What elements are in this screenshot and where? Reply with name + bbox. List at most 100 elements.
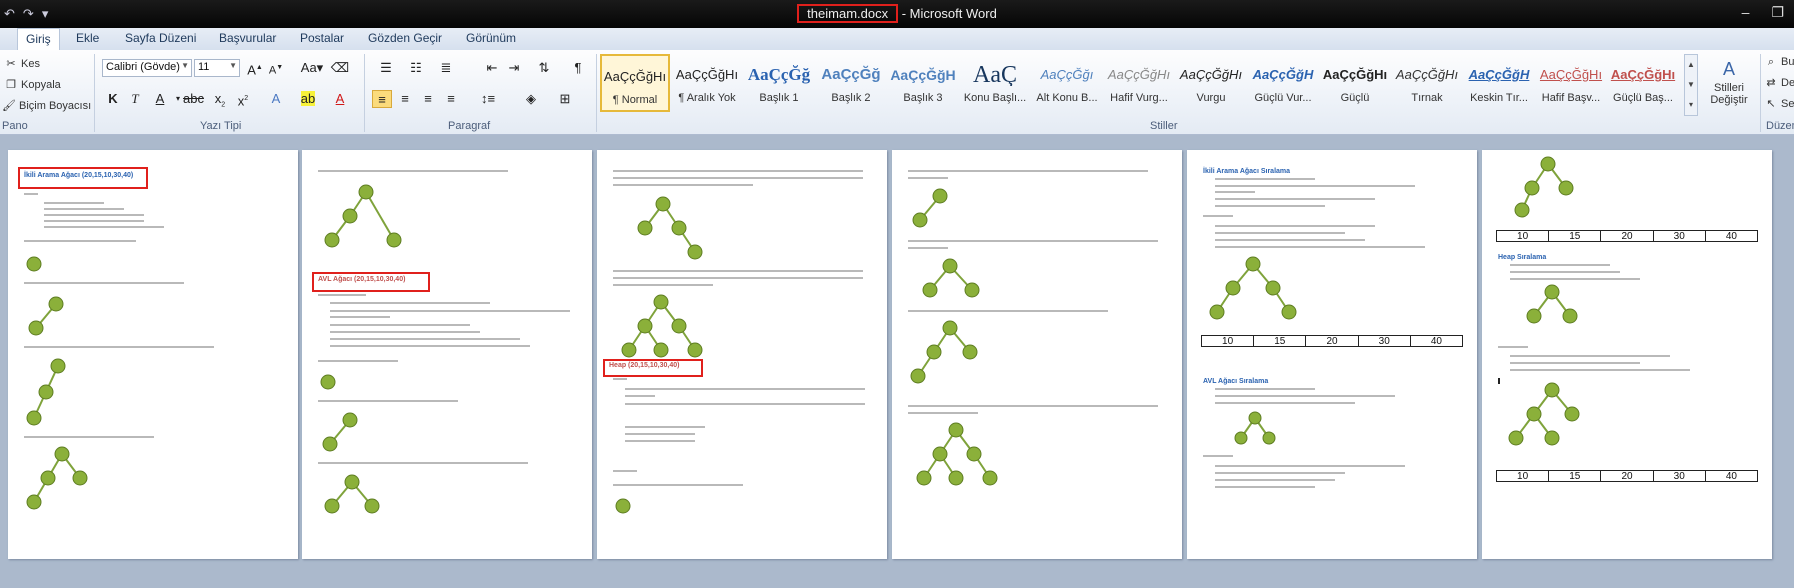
style-normal[interactable]: AaÇçĞğHı ¶ Normal bbox=[600, 54, 670, 112]
tree-diagram bbox=[615, 498, 631, 514]
subscript-button[interactable]: x2 bbox=[210, 90, 230, 109]
show-marks-icon[interactable]: ¶ bbox=[568, 59, 588, 77]
ribbon-tabs: Giriş Ekle Sayfa Düzeni Başvurular Posta… bbox=[0, 28, 1794, 51]
sort-icon[interactable]: ⇅ bbox=[534, 59, 554, 77]
array-cell: 15 bbox=[1254, 336, 1307, 347]
justify-button[interactable]: ≡ bbox=[441, 90, 461, 108]
style-heading-1[interactable]: AaÇçĞğ Başlık 1 bbox=[744, 54, 814, 112]
style-heading-2[interactable]: AaÇçĞğ Başlık 2 bbox=[816, 54, 886, 112]
array-cell: 10 bbox=[1497, 471, 1550, 482]
page-3[interactable]: Heap (20,15,10,30,40) bbox=[597, 150, 887, 559]
page-6[interactable]: 10 15 20 30 40 Heap Sıralama 10 15 20 30… bbox=[1482, 150, 1772, 559]
style-intense-reference[interactable]: AaÇçĞğHı Güçlü Baş... bbox=[1608, 54, 1678, 112]
italic-button[interactable]: T bbox=[125, 90, 145, 108]
format-painter-button[interactable]: 🖌 Biçim Boyacısı bbox=[2, 100, 91, 112]
font-size-select[interactable]: 11 ▼ bbox=[194, 59, 240, 77]
increase-indent-icon[interactable]: ⇥ bbox=[504, 59, 524, 77]
chevron-down-icon[interactable]: ▼ bbox=[1685, 75, 1697, 95]
style-heading-3[interactable]: AaÇçĞğH Başlık 3 bbox=[888, 54, 958, 112]
page-1[interactable]: İkili Arama Ağacı (20,15,10,30,40) bbox=[8, 150, 298, 559]
app-name: - Microsoft Word bbox=[898, 6, 997, 21]
separator bbox=[596, 54, 597, 132]
tab-ekle[interactable]: Ekle bbox=[76, 31, 99, 45]
bullets-icon[interactable]: ☰ bbox=[374, 59, 398, 77]
tab-postalar[interactable]: Postalar bbox=[300, 31, 344, 45]
page-2[interactable]: AVL Ağacı (20,15,10,30,40) bbox=[302, 150, 592, 559]
tree-diagram bbox=[320, 374, 336, 390]
superscript-button[interactable]: x2 bbox=[233, 90, 253, 108]
select-button[interactable]: ↖ Se bbox=[1764, 98, 1794, 110]
restore-icon[interactable]: ❐ bbox=[1771, 4, 1784, 21]
font-color-button[interactable]: A bbox=[330, 90, 350, 108]
style-subtle-reference[interactable]: AaÇçĞğHı Hafif Başv... bbox=[1536, 54, 1606, 112]
tree-diagram bbox=[324, 184, 402, 248]
font-group-label: Yazı Tipi bbox=[200, 120, 242, 132]
array-cell: 15 bbox=[1549, 471, 1602, 482]
page-5[interactable]: İkili Arama Ağacı Sıralama 10 15 20 30 4… bbox=[1187, 150, 1477, 559]
cut-button[interactable]: ✂ Kes bbox=[4, 58, 40, 70]
tree-diagram bbox=[324, 474, 380, 514]
tree-diagram bbox=[1209, 256, 1297, 320]
borders-icon[interactable]: ⊞ bbox=[552, 90, 578, 108]
style-strong[interactable]: AaÇçĞğHı Güçlü bbox=[1320, 54, 1390, 112]
bold-button[interactable]: K bbox=[103, 90, 123, 108]
array-cell: 10 bbox=[1202, 336, 1255, 347]
shading-icon[interactable]: ◈ bbox=[518, 90, 544, 108]
clear-format-icon[interactable]: ⌫ bbox=[330, 59, 350, 77]
tab-gozden-gecir[interactable]: Gözden Geçir bbox=[368, 31, 442, 45]
brush-icon: 🖌 bbox=[2, 100, 16, 112]
tree-diagram bbox=[916, 422, 998, 486]
copy-button[interactable]: ❐ Kopyala bbox=[4, 79, 61, 91]
tab-gorunum[interactable]: Görünüm bbox=[466, 31, 516, 45]
separator bbox=[364, 54, 365, 132]
text-effects-button[interactable]: A bbox=[266, 90, 286, 108]
change-case-button[interactable]: Aa▾ bbox=[298, 59, 326, 77]
shrink-font-button[interactable]: A▼ bbox=[266, 59, 286, 77]
highlight-button[interactable]: ab bbox=[295, 90, 321, 108]
array-cell: 15 bbox=[1549, 231, 1602, 242]
tab-basvurular[interactable]: Başvurular bbox=[219, 31, 276, 45]
array-cell: 40 bbox=[1430, 336, 1442, 347]
decrease-indent-icon[interactable]: ⇤ bbox=[482, 59, 502, 77]
page-heading: İkili Arama Ağacı (20,15,10,30,40) bbox=[24, 172, 134, 179]
style-subtle-emphasis[interactable]: AaÇçĞğHı Hafif Vurg... bbox=[1104, 54, 1174, 112]
style-intense-emphasis[interactable]: AaÇçĞğH Güçlü Vur... bbox=[1248, 54, 1318, 112]
style-no-spacing[interactable]: AaÇçĞğHı ¶ Aralık Yok bbox=[672, 54, 742, 112]
grow-font-button[interactable]: A▲ bbox=[245, 59, 265, 77]
chevron-down-icon: ▼ bbox=[181, 61, 189, 70]
minimize-icon[interactable]: – bbox=[1742, 4, 1750, 21]
change-styles-button[interactable]: A Stilleri Değiştir bbox=[1700, 58, 1758, 106]
font-family-select[interactable]: Calibri (Gövde) ▼ bbox=[102, 59, 192, 77]
underline-button[interactable]: A bbox=[150, 90, 170, 108]
tree-diagram bbox=[1514, 156, 1574, 218]
style-quote[interactable]: AaÇçĞğHı Tırnak bbox=[1392, 54, 1462, 112]
align-left-button[interactable]: ≡ bbox=[372, 90, 392, 108]
array-cell: 30 bbox=[1654, 231, 1706, 242]
multilevel-list-icon[interactable]: ≣ bbox=[434, 59, 458, 77]
tree-diagram bbox=[26, 358, 66, 426]
strikethrough-button[interactable]: abc bbox=[183, 90, 204, 108]
replace-button[interactable]: ⇄ De bbox=[1764, 77, 1794, 89]
style-gallery: AaÇçĞğHı ¶ Normal AaÇçĞğHı ¶ Aralık Yok Aa… bbox=[600, 54, 1683, 116]
more-icon[interactable]: ▾ bbox=[1685, 95, 1697, 115]
style-emphasis[interactable]: AaÇçĞğHı Vurgu bbox=[1176, 54, 1246, 112]
cursor-icon: ↖ bbox=[1766, 98, 1776, 110]
style-title[interactable]: AaÇ Konu Başlı... bbox=[960, 54, 1030, 112]
line-spacing-icon[interactable]: ↕≡ bbox=[475, 90, 501, 108]
page-4[interactable] bbox=[892, 150, 1182, 559]
find-button[interactable]: ⌕ Bu bbox=[1764, 56, 1794, 68]
align-center-button[interactable]: ≡ bbox=[395, 90, 415, 108]
styles-icon: A bbox=[1722, 59, 1735, 79]
numbering-icon[interactable]: ☷ bbox=[404, 59, 428, 77]
tab-giris[interactable]: Giriş bbox=[17, 28, 60, 50]
page-heading: AVL Ağacı (20,15,10,30,40) bbox=[318, 276, 406, 283]
tab-sayfa-duzeni[interactable]: Sayfa Düzeni bbox=[125, 31, 196, 45]
style-intense-quote[interactable]: AaÇçĞğH Keskin Tır... bbox=[1464, 54, 1534, 112]
gallery-scroll[interactable]: ▲ ▼ ▾ bbox=[1684, 54, 1698, 116]
page-heading: Heap Sıralama bbox=[1498, 254, 1547, 261]
style-subtitle[interactable]: AaÇçĞğı Alt Konu B... bbox=[1032, 54, 1102, 112]
align-right-button[interactable]: ≡ bbox=[418, 90, 438, 108]
chevron-up-icon[interactable]: ▲ bbox=[1685, 55, 1697, 75]
tree-diagram bbox=[912, 188, 948, 228]
array-cell: 30 bbox=[1359, 336, 1411, 347]
